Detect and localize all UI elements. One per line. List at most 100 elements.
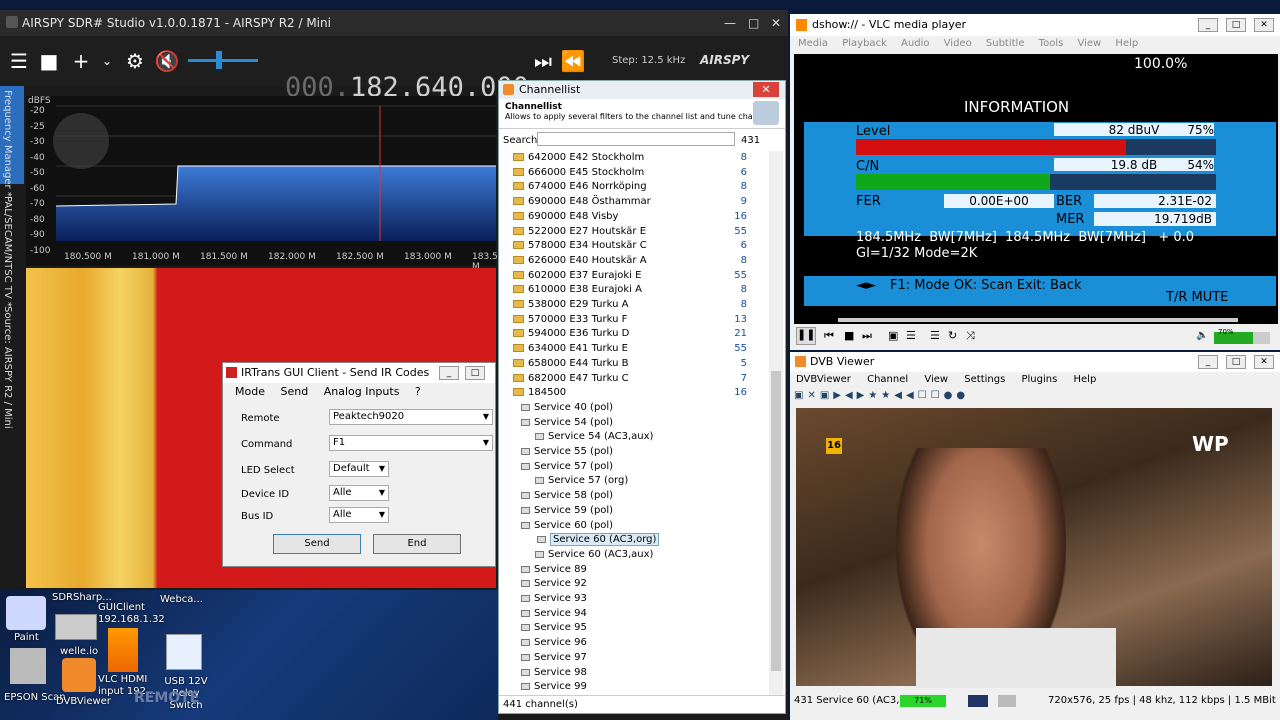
channel-item[interactable]: Service 54 (AC3,aux)	[499, 430, 769, 445]
channel-item[interactable]: Service 59 (pol)	[499, 504, 769, 519]
led-select[interactable]: Default ▼	[329, 461, 389, 477]
menu-mode[interactable]: Mode	[235, 385, 265, 398]
channel-folder[interactable]: 642000 E42 Stockholm 8	[499, 151, 769, 166]
channel-folder[interactable]: 184500 16	[499, 386, 769, 401]
dvbviewer-icon[interactable]	[62, 658, 96, 692]
minimize-icon[interactable]: _	[1198, 18, 1218, 32]
minimize-icon[interactable]: _	[1198, 355, 1218, 369]
relay-icon[interactable]	[166, 634, 202, 670]
tab-tv[interactable]: PAL/SECAM/NTSC TV *	[2, 196, 13, 307]
channel-folder[interactable]: 594000 E36 Turku D 21	[499, 327, 769, 342]
tab-frequency-manager[interactable]: Frequency Manager *	[2, 90, 13, 197]
volume-slider[interactable]	[188, 59, 258, 62]
menu-settings[interactable]: Settings	[964, 374, 1005, 385]
stop-icon[interactable]: ■	[844, 329, 854, 342]
send-button[interactable]: Send	[273, 534, 361, 554]
menu-media[interactable]: Media	[798, 38, 828, 49]
close-icon[interactable]: ✕	[1254, 355, 1274, 369]
channel-folder[interactable]: 522000 E27 Houtskär E 55	[499, 225, 769, 240]
menu-dvbviewer[interactable]: DVBViewer	[796, 374, 851, 385]
desktop-label-dvbviewer[interactable]: DVBViewer	[56, 696, 111, 707]
loop-icon[interactable]: ↻	[948, 329, 957, 342]
channel-item[interactable]: Service 60 (AC3,org)	[499, 533, 769, 548]
channel-folder[interactable]: 570000 E33 Turku F 13	[499, 313, 769, 328]
channel-item[interactable]: Service 93	[499, 592, 769, 607]
vlc-video[interactable]: 100.0% INFORMATION Level 82 dBuV 75% C/N…	[794, 54, 1278, 324]
rewind-icon[interactable]: ⏪	[558, 36, 588, 86]
prev-icon[interactable]: ⏮	[824, 329, 834, 343]
channel-folder[interactable]: 602000 E37 Eurajoki E 55	[499, 269, 769, 284]
dvb-toolbar[interactable]: ▣✕▣▶◀▶★★◀◀☐☐●●	[794, 390, 1064, 404]
menu-icon[interactable]: ☰	[4, 36, 34, 86]
menu-view[interactable]: View	[924, 374, 948, 385]
channel-folder[interactable]: 634000 E41 Turku E 55	[499, 342, 769, 357]
desktop-label-webcam[interactable]: Webca...	[160, 594, 203, 605]
channel-folder[interactable]: 610000 E38 Eurajoki A 8	[499, 283, 769, 298]
menu-channel[interactable]: Channel	[867, 374, 908, 385]
channel-item[interactable]: Service 55 (pol)	[499, 445, 769, 460]
channel-item[interactable]: Service 89	[499, 563, 769, 578]
guiclient-icon[interactable]	[55, 614, 97, 640]
command-select[interactable]: F1 ▼	[329, 435, 493, 451]
bus-id-select[interactable]: Alle ▼	[329, 507, 389, 523]
desktop-label-paint[interactable]: Paint	[14, 632, 39, 643]
playlist-icon[interactable]: ☰	[930, 329, 940, 342]
menu-subtitle[interactable]: Subtitle	[986, 38, 1025, 49]
channel-item[interactable]: Service 57 (org)	[499, 474, 769, 489]
search-input[interactable]	[537, 132, 735, 146]
channel-folder[interactable]: 626000 E40 Houtskär A 8	[499, 254, 769, 269]
chevron-down-icon[interactable]: ⌄	[92, 36, 122, 86]
next-icon[interactable]: ⏭	[528, 36, 558, 86]
scrollbar[interactable]	[769, 151, 783, 696]
remote-select[interactable]: Peaktech9020 ▼	[329, 409, 493, 425]
channel-folder[interactable]: 578000 E34 Houtskär C 6	[499, 239, 769, 254]
channel-item[interactable]: Service 54 (pol)	[499, 416, 769, 431]
channel-folder[interactable]: 538000 E29 Turku A 8	[499, 298, 769, 313]
minimize-icon[interactable]: _	[439, 366, 459, 380]
channel-item[interactable]: Service 96	[499, 636, 769, 651]
maximize-icon[interactable]: □	[465, 366, 485, 380]
close-icon[interactable]: ✕	[1254, 18, 1274, 32]
menu-send[interactable]: Send	[280, 385, 308, 398]
channel-item[interactable]: Service 95	[499, 621, 769, 636]
desktop-label-guiclient[interactable]: GUIClient 192.168.1.32	[98, 602, 165, 626]
volume-handle[interactable]	[216, 51, 222, 69]
vlc-cone-icon[interactable]	[108, 628, 138, 672]
channel-item[interactable]: Service 94	[499, 607, 769, 622]
channel-item[interactable]: Service 60 (pol)	[499, 519, 769, 534]
dvb-video[interactable]: 16 WP	[796, 408, 1272, 688]
close-icon[interactable]: ✕	[771, 10, 781, 36]
channel-item[interactable]: Service 97	[499, 651, 769, 666]
channel-folder[interactable]: 674000 E46 Norrköping 8	[499, 180, 769, 195]
menu-analog-inputs[interactable]: Analog Inputs	[324, 385, 400, 398]
close-icon[interactable]: ✕	[753, 82, 779, 97]
epson-scan-icon[interactable]	[10, 648, 46, 684]
speaker-icon[interactable]: 🔈	[1196, 330, 1208, 341]
menu-tools[interactable]: Tools	[1039, 38, 1064, 49]
minimize-icon[interactable]: —	[724, 10, 736, 36]
device-id-select[interactable]: Alle ▼	[329, 485, 389, 501]
channel-folder[interactable]: 690000 E48 Östhammar 9	[499, 195, 769, 210]
menu-video[interactable]: Video	[944, 38, 972, 49]
channel-item[interactable]: Service 99	[499, 680, 769, 695]
menu-plugins[interactable]: Plugins	[1021, 374, 1057, 385]
extended-settings-icon[interactable]: ☰	[906, 329, 916, 342]
maximize-icon[interactable]: □	[1226, 355, 1246, 369]
paint-icon[interactable]	[6, 596, 46, 630]
menu-playback[interactable]: Playback	[842, 38, 887, 49]
menu-view[interactable]: View	[1078, 38, 1102, 49]
seek-bar[interactable]	[838, 318, 1238, 322]
menu-help[interactable]: Help	[1074, 374, 1097, 385]
maximize-icon[interactable]: □	[748, 10, 759, 36]
channel-folder[interactable]: 690000 E48 Visby 16	[499, 210, 769, 225]
shuffle-icon[interactable]: ⤨	[966, 329, 975, 343]
channel-folder[interactable]: 666000 E45 Stockholm 6	[499, 166, 769, 181]
mute-icon[interactable]: 🔇	[152, 36, 182, 86]
channel-item[interactable]: Service 40 (pol)	[499, 401, 769, 416]
menu-help[interactable]: ?	[415, 385, 421, 398]
menu-audio[interactable]: Audio	[901, 38, 929, 49]
channel-item[interactable]: Service 92	[499, 577, 769, 592]
gear-icon[interactable]: ⚙	[120, 36, 150, 86]
scrollbar-thumb[interactable]	[771, 371, 781, 671]
fullscreen-icon[interactable]: ▣	[888, 329, 898, 342]
